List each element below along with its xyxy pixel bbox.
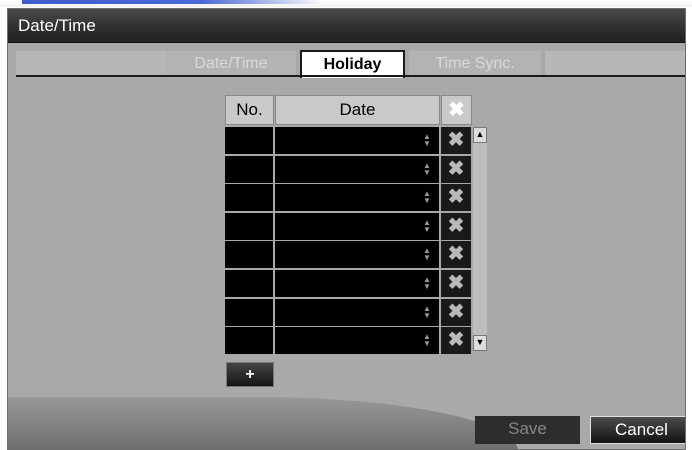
row-number-cell[interactable] <box>225 241 273 269</box>
delete-row-icon[interactable]: ✖ <box>441 184 471 212</box>
row-number-cell[interactable] <box>225 327 273 355</box>
row-number-cell[interactable] <box>225 127 273 154</box>
tab-date-time[interactable]: Date/Time <box>166 51 296 77</box>
row-number-cell[interactable] <box>225 184 273 212</box>
delete-row-icon[interactable]: ✖ <box>441 270 471 297</box>
tab-spacer-left <box>16 51 166 77</box>
scrollbar-track[interactable] <box>473 127 487 351</box>
delete-row-icon[interactable]: ✖ <box>441 212 471 240</box>
delete-row-icon[interactable]: ✖ <box>441 298 471 326</box>
spin-down-icon[interactable]: ▼ <box>422 283 432 291</box>
spin-down-icon[interactable]: ▼ <box>422 197 432 205</box>
spin-down-icon[interactable]: ▼ <box>422 311 432 319</box>
delete-row-icon[interactable]: ✖ <box>441 241 471 269</box>
date-field[interactable]: ▲ ▼ <box>275 155 439 183</box>
tab-bar: Date/Time Holiday Time Sync. <box>8 43 685 88</box>
delete-row-icon[interactable]: ✖ <box>441 127 471 154</box>
date-field[interactable]: ▲ ▼ <box>275 184 439 212</box>
spin-down-icon[interactable]: ▼ <box>422 140 432 148</box>
save-button[interactable]: Save <box>475 416 580 444</box>
footer-decoration <box>8 397 518 449</box>
row-number-cell[interactable] <box>225 298 273 326</box>
top-strip <box>0 0 692 7</box>
date-spinner[interactable]: ▲ ▼ <box>422 276 432 291</box>
delete-row-icon[interactable]: ✖ <box>441 155 471 183</box>
date-field[interactable]: ▲ ▼ <box>275 212 439 240</box>
delete-row-icon[interactable]: ✖ <box>441 327 471 355</box>
tab-time-sync[interactable]: Time Sync. <box>409 51 541 77</box>
date-field[interactable]: ▲ ▼ <box>275 241 439 269</box>
date-field[interactable]: ▲ ▼ <box>275 327 439 355</box>
date-spinner[interactable]: ▲ ▼ <box>422 161 432 176</box>
date-spinner[interactable]: ▲ ▼ <box>422 333 432 348</box>
date-field[interactable]: ▲ ▼ <box>275 270 439 297</box>
date-spinner[interactable]: ▲ ▼ <box>422 247 432 262</box>
row-number-cell[interactable] <box>225 212 273 240</box>
date-field[interactable]: ▲ ▼ <box>275 127 439 154</box>
date-spinner[interactable]: ▲ ▼ <box>422 133 432 148</box>
date-time-dialog: Date/Time Date/Time Holiday Time Sync. N… <box>7 8 686 450</box>
tab-holiday[interactable]: Holiday <box>300 50 405 78</box>
spin-down-icon[interactable]: ▼ <box>422 254 432 262</box>
delete-all-icon[interactable]: ✖ <box>441 95 472 125</box>
spin-down-icon[interactable]: ▼ <box>422 168 432 176</box>
row-number-cell[interactable] <box>225 270 273 297</box>
scroll-up-icon[interactable]: ▲ <box>473 127 487 143</box>
column-header-no: No. <box>225 95 274 125</box>
row-number-cell[interactable] <box>225 155 273 183</box>
spin-down-icon[interactable]: ▼ <box>422 340 432 348</box>
tab-underline <box>16 75 685 77</box>
date-field[interactable]: ▲ ▼ <box>275 298 439 326</box>
spin-down-icon[interactable]: ▼ <box>422 225 432 233</box>
window-title: Date/Time <box>18 16 96 35</box>
column-header-date: Date <box>275 95 440 125</box>
date-spinner[interactable]: ▲ ▼ <box>422 304 432 319</box>
cancel-button[interactable]: Cancel <box>590 416 685 444</box>
scroll-down-icon[interactable]: ▼ <box>473 335 487 351</box>
date-spinner[interactable]: ▲ ▼ <box>422 190 432 205</box>
tab-spacer-right <box>545 51 685 77</box>
title-bar: Date/Time <box>8 9 685 43</box>
add-holiday-button[interactable]: + <box>226 362 274 387</box>
date-spinner[interactable]: ▲ ▼ <box>422 218 432 233</box>
